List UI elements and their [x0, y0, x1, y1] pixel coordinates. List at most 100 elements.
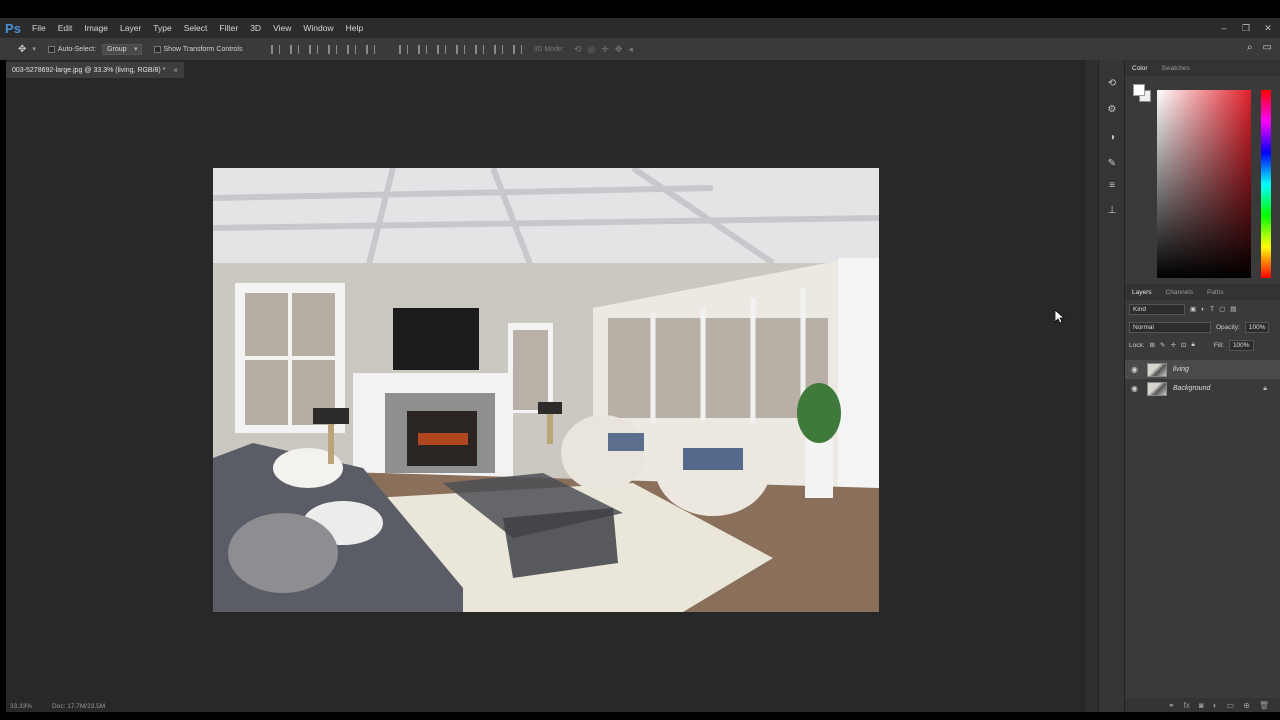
lock-artboard-icon[interactable]: ⊡ [1181, 341, 1186, 349]
menu-type[interactable]: Type [147, 18, 177, 38]
fill-label: Fill: [1213, 341, 1224, 349]
3d-drag-icon[interactable]: ✛ [601, 44, 609, 55]
search-icon[interactable]: ⌕ [1247, 42, 1253, 53]
document-image[interactable] [213, 168, 879, 612]
document-title: 003-5278692-large.jpg @ 33.3% (living, R… [12, 66, 166, 74]
layer-thumbnail [1147, 362, 1167, 377]
menu-layer[interactable]: Layer [114, 18, 147, 38]
lock-position-icon[interactable]: ✛ [1170, 341, 1175, 349]
distribute-vcenter-icon[interactable] [417, 44, 427, 54]
fill-field[interactable]: 100% [1228, 339, 1254, 351]
color-panel-tabs: Color Swatches [1125, 60, 1280, 76]
minimize-button[interactable]: – [1218, 23, 1230, 33]
color-picker-field[interactable] [1157, 90, 1251, 278]
auto-align-icon[interactable] [512, 44, 522, 54]
adjustments-icon[interactable]: ◑ [1106, 132, 1118, 144]
zoom-level[interactable]: 33.33% [10, 703, 32, 710]
layer-row-living[interactable]: ◉ living [1125, 360, 1280, 379]
layer-kind-dropdown[interactable]: Kind [1129, 303, 1185, 315]
close-button[interactable]: ✕ [1262, 23, 1274, 34]
auto-select-checkbox[interactable]: Auto-Select: [47, 45, 96, 53]
distribute-right-icon[interactable] [493, 44, 503, 54]
tab-layers[interactable]: Layers [1132, 289, 1152, 296]
filter-shape-icon[interactable]: ▢ [1219, 305, 1225, 313]
show-transform-controls-checkbox[interactable]: Show Transform Controls [153, 45, 243, 53]
layers-panel-tabs: Layers Channels Paths [1125, 284, 1280, 300]
align-bottom-icon[interactable] [308, 44, 318, 54]
align-hcenter-icon[interactable] [346, 44, 356, 54]
blend-mode-dropdown[interactable]: Normal [1129, 321, 1211, 333]
visibility-eye-icon[interactable]: ◉ [1131, 384, 1141, 393]
visibility-eye-icon[interactable]: ◉ [1131, 365, 1141, 374]
menu-image[interactable]: Image [78, 18, 114, 38]
brush-icon[interactable]: ✎ [1106, 158, 1118, 170]
link-layers-icon[interactable]: ⚭ [1168, 701, 1175, 710]
properties-icon[interactable]: ⚙ [1106, 104, 1118, 116]
foreground-color-swatch[interactable] [1133, 84, 1145, 96]
3d-rotate-icon[interactable]: ⟲ [574, 44, 582, 55]
delete-layer-icon[interactable]: 🗑︎ [1259, 701, 1269, 710]
align-left-icon[interactable] [327, 44, 337, 54]
hue-slider[interactable] [1261, 90, 1271, 278]
menu-view[interactable]: View [267, 18, 297, 38]
align-right-icon[interactable] [365, 44, 375, 54]
lock-row: Lock: ⊞ ✎ ✛ ⊡ 🔒︎ Fill: 100% [1125, 336, 1280, 354]
menu-bar: Ps File Edit Image Layer Type Select Fil… [0, 18, 1280, 38]
tab-paths[interactable]: Paths [1207, 289, 1224, 296]
filter-type-icon[interactable]: T [1210, 306, 1214, 313]
distribute-top-icon[interactable] [398, 44, 408, 54]
lock-image-icon[interactable]: ✎ [1160, 341, 1165, 349]
living-room-photo [213, 168, 879, 612]
document-close-icon[interactable]: × [173, 66, 178, 75]
blend-row: Normal Opacity: 100% [1125, 318, 1280, 336]
menu-window[interactable]: Window [297, 18, 339, 38]
document-tab[interactable]: 003-5278692-large.jpg @ 33.3% (living, R… [6, 62, 185, 78]
distribute-left-icon[interactable] [455, 44, 465, 54]
tab-swatches[interactable]: Swatches [1162, 65, 1190, 72]
layer-filter-row: Kind ▣ ◐ T ▢ ▤ [1125, 300, 1280, 318]
auto-select-target-dropdown[interactable]: Group [102, 43, 142, 55]
3d-scale-icon[interactable]: ◂ [628, 44, 633, 55]
add-mask-icon[interactable]: ◙ [1199, 701, 1204, 710]
align-top-icon[interactable] [270, 44, 280, 54]
brush-settings-icon[interactable]: ≡ [1106, 180, 1118, 192]
lock-transparent-icon[interactable]: ⊞ [1150, 341, 1155, 349]
menu-3d[interactable]: 3D [244, 18, 267, 38]
filter-adjustment-icon[interactable]: ◐ [1201, 306, 1205, 313]
workspace-icon[interactable]: ▭ [1263, 42, 1272, 53]
align-vcenter-icon[interactable] [289, 44, 299, 54]
layers-panel: Layers Channels Paths Kind ▣ ◐ T ▢ ▤ Nor… [1125, 284, 1280, 398]
tab-color[interactable]: Color [1132, 65, 1148, 72]
new-adjustment-icon[interactable]: ◐ [1213, 701, 1218, 710]
layer-row-background[interactable]: ◉ Background 🔒︎ [1125, 379, 1280, 398]
layer-name[interactable]: living [1173, 366, 1189, 373]
restore-button[interactable]: ❐ [1240, 23, 1252, 34]
status-bar: 33.33% Doc: 17.7M/23.5M [6, 700, 1086, 712]
clone-source-icon[interactable]: ⊥ [1106, 205, 1118, 217]
menu-file[interactable]: File [26, 18, 52, 38]
new-layer-icon[interactable]: ⊕ [1243, 701, 1250, 710]
layer-style-icon[interactable]: fx [1184, 701, 1190, 710]
filter-smart-object-icon[interactable]: ▤ [1230, 305, 1236, 313]
opacity-field[interactable]: 100% [1244, 321, 1270, 333]
filter-pixel-icon[interactable]: ▣ [1190, 305, 1196, 313]
3d-slide-icon[interactable]: ✥ [615, 44, 623, 55]
menu-edit[interactable]: Edit [52, 18, 79, 38]
menu-filter[interactable]: Filter [213, 18, 244, 38]
history-icon[interactable]: ⟲ [1106, 78, 1118, 90]
options-right-icons: ⌕ ▭ [1247, 42, 1272, 53]
distribute-hcenter-icon[interactable] [474, 44, 484, 54]
menu-help[interactable]: Help [340, 18, 369, 38]
lock-all-icon[interactable]: 🔒︎ [1191, 341, 1194, 349]
new-group-icon[interactable]: ▭ [1227, 701, 1235, 710]
tab-channels[interactable]: Channels [1166, 289, 1193, 296]
tool-preset-dropdown-icon[interactable]: ▾ [32, 45, 36, 53]
move-tool-icon[interactable]: ✥ [18, 44, 26, 55]
menu-select[interactable]: Select [178, 18, 214, 38]
layer-name[interactable]: Background [1173, 385, 1210, 392]
auto-select-check-box[interactable] [47, 45, 55, 53]
canvas-vertical-scrollbar[interactable] [1086, 60, 1098, 712]
transform-check-box[interactable] [153, 45, 161, 53]
3d-roll-icon[interactable]: ◎ [587, 44, 595, 55]
distribute-bottom-icon[interactable] [436, 44, 446, 54]
